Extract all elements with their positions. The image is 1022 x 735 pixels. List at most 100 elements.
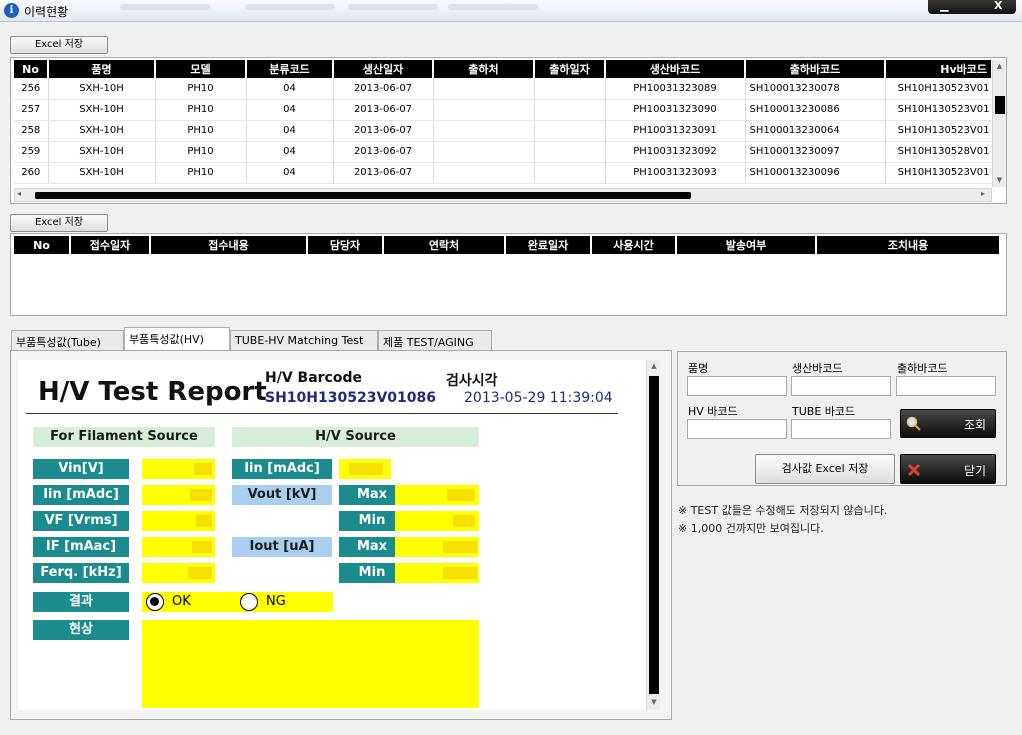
lower-col-header[interactable]: 사용시간 (591, 236, 677, 254)
ship-barcode-input[interactable] (896, 376, 996, 396)
table-cell: 04 (246, 120, 334, 142)
upper-col-header[interactable]: 품명 (48, 60, 156, 78)
excel-save-button[interactable]: Excel 저장 (10, 36, 108, 54)
table-cell: 256 (14, 78, 49, 100)
scroll-thumb[interactable] (995, 96, 1005, 114)
close-button[interactable]: 닫기 (900, 454, 996, 484)
upper-col-header[interactable]: Hv바코드 (885, 60, 993, 78)
lower-col-header[interactable]: 조치내용 (816, 236, 1001, 254)
scroll-thumb[interactable] (35, 192, 691, 199)
close-window-button[interactable]: X (994, 0, 1002, 12)
table-row[interactable]: 257 SXH-10H PH10 04 2013-06-07 PH10031323090 S… (14, 99, 993, 121)
filament-section-header: For Filament Source (33, 427, 215, 447)
ok-radio[interactable] (146, 593, 164, 611)
scroll-left-icon[interactable]: ◂ (17, 189, 21, 198)
table-cell: 2013-06-07 (333, 120, 434, 142)
upper-col-header[interactable]: 출하일자 (534, 60, 606, 78)
upper-col-header[interactable]: 분류코드 (246, 60, 334, 78)
result-label: 결과 (33, 592, 129, 612)
table-cell: SH10H130528V01 (885, 141, 993, 163)
vout-max-value (395, 485, 479, 505)
if-maac-value (142, 537, 215, 557)
table-cell (433, 120, 535, 142)
table-cell: 259 (14, 141, 49, 163)
ship-barcode-label: 출하바코드 (897, 362, 948, 375)
upper-col-header[interactable]: 출하처 (433, 60, 535, 78)
product-input[interactable] (687, 376, 787, 396)
phenomenon-field[interactable] (142, 620, 479, 708)
table-cell (433, 141, 535, 163)
tab-tube-characteristics[interactable]: 부품특성값(Tube) (11, 330, 124, 350)
close-x-icon (907, 463, 921, 477)
lower-col-header[interactable]: 접수일자 (70, 236, 151, 254)
redacted-value (447, 489, 475, 501)
redacted-value (188, 567, 212, 579)
lower-col-header[interactable]: No (14, 236, 71, 254)
table-cell: PH10 (155, 162, 247, 184)
table-cell: SH10H130523V01 (885, 162, 993, 184)
table-row[interactable]: 256 SXH-10H PH10 04 2013-06-07 PH10031323089 S… (14, 78, 993, 100)
redacted-value (443, 567, 477, 579)
table-cell: 04 (246, 162, 334, 184)
table-cell: PH10031323091 (605, 120, 746, 142)
table-row[interactable]: 258 SXH-10H PH10 04 2013-06-07 PH10031323091 S… (14, 120, 993, 142)
minimize-button[interactable]: ▁ (940, 0, 948, 12)
table-cell: PH10031323090 (605, 99, 746, 121)
table-cell: 257 (14, 99, 49, 121)
prod-barcode-label: 생산바코드 (792, 362, 843, 375)
lower-col-header[interactable]: 접수내용 (150, 236, 308, 254)
hv-barcode-input[interactable] (687, 419, 787, 439)
scroll-down-icon[interactable]: ▼ (994, 176, 1005, 184)
hv-section-header: H/V Source (232, 427, 479, 447)
hv-iin-label: Iin [mAdc] (232, 459, 332, 479)
lower-col-header[interactable]: 발송여부 (676, 236, 817, 254)
phenomenon-label: 현상 (33, 620, 129, 640)
vout-min-value (395, 511, 479, 531)
scroll-down-icon[interactable]: ▼ (648, 698, 660, 706)
lower-col-header[interactable]: 담당자 (307, 236, 384, 254)
table-cell (534, 162, 606, 184)
blurred-caption (120, 4, 210, 10)
horizontal-scrollbar[interactable]: ◂ ▸ (14, 188, 992, 202)
upper-col-header[interactable]: 생산일자 (333, 60, 434, 78)
table-cell: SH10H130523V01 (885, 99, 993, 121)
lower-col-header[interactable]: 완료일자 (505, 236, 592, 254)
scroll-right-icon[interactable]: ▸ (981, 189, 985, 198)
table-cell (433, 78, 535, 100)
tab-product-test-aging[interactable]: 제품 TEST/AGING (378, 330, 492, 350)
vf-label: VF [Vrms] (33, 511, 129, 531)
table-cell: 2013-06-07 (333, 141, 434, 163)
scroll-up-icon[interactable]: ▲ (648, 362, 660, 370)
scroll-up-icon[interactable]: ▲ (994, 62, 1005, 70)
search-panel: 품명 생산바코드 출하바코드 HV 바코드 TUBE 바코드 조회 검사값 Ex… (677, 351, 1007, 486)
vertical-scrollbar[interactable]: ▲ ▼ (992, 60, 1006, 187)
prod-barcode-input[interactable] (791, 376, 891, 396)
window-controls: ▁ X (928, 0, 1016, 14)
table-cell: 04 (246, 99, 334, 121)
scroll-thumb[interactable] (649, 376, 659, 694)
table-row[interactable]: 259 SXH-10H PH10 04 2013-06-07 PH10031323092 S… (14, 141, 993, 163)
table-cell: PH10 (155, 120, 247, 142)
redacted-value (192, 541, 212, 553)
table-cell: SH100013230064 (745, 120, 886, 142)
production-history-table: No 품명 모델 분류코드 생산일자 출하처 출하일자 생산바코드 출하바코드 Hv바코드 256… (14, 60, 993, 184)
service-history-panel: No 접수일자 접수내용 담당자 연락처 완료일자 사용시간 발송여부 조치내용 (10, 233, 1007, 316)
upper-col-header[interactable]: 생산바코드 (605, 60, 746, 78)
test-time-label: 검사시각 (446, 373, 498, 389)
upper-col-header[interactable]: No (14, 60, 49, 78)
lower-col-header[interactable]: 연락처 (383, 236, 506, 254)
upper-col-header[interactable]: 모델 (155, 60, 247, 78)
tube-barcode-input[interactable] (791, 419, 891, 439)
ng-radio[interactable] (240, 593, 258, 611)
excel-export-test-values-button[interactable]: 검사값 Excel 저장 (755, 454, 895, 484)
tab-hv-characteristics[interactable]: 부품특성값(HV) (124, 327, 230, 351)
excel-save-button-2[interactable]: Excel 저장 (10, 214, 108, 232)
search-button[interactable]: 조회 (900, 409, 996, 438)
report-vertical-scrollbar[interactable]: ▲ ▼ (646, 360, 660, 710)
magnifier-icon (906, 416, 921, 431)
table-row[interactable]: 260 SXH-10H PH10 04 2013-06-07 PH10031323093 S… (14, 162, 993, 184)
hv-test-report: H/V Test Report H/V Barcode SH10H130523V… (18, 360, 646, 710)
tab-tube-hv-matching[interactable]: TUBE-HV Matching Test (230, 330, 378, 350)
upper-col-header[interactable]: 출하바코드 (745, 60, 886, 78)
blurred-caption (448, 4, 538, 10)
